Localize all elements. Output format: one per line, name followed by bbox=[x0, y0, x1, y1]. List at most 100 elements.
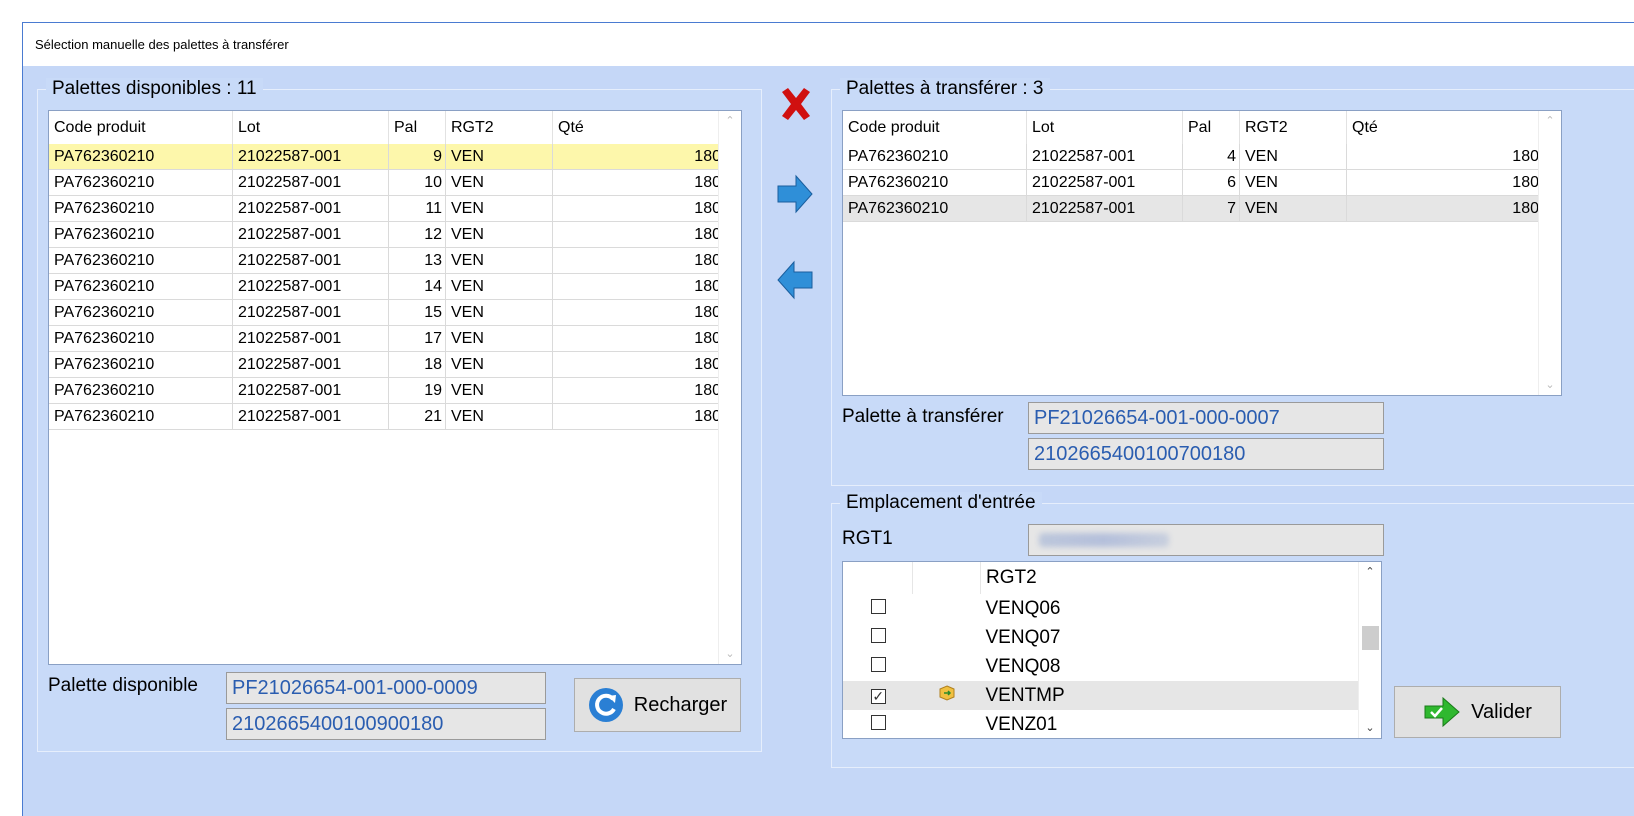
available-grid[interactable]: Code produit Lot Pal RGT2 Qté PA76236021… bbox=[48, 110, 742, 665]
palette-transfer-code-field[interactable]: PF21026654-001-000-0007 bbox=[1028, 402, 1384, 434]
transfer-scrollbar[interactable]: ⌃ ⌄ bbox=[1538, 111, 1561, 395]
table-row[interactable]: PA762360210 21022587-001 15 VEN 180 bbox=[49, 299, 725, 326]
cell-lot: 21022587-001 bbox=[232, 247, 389, 274]
rgt2-list[interactable]: RGT2 VENQ06 VENQ07 VENQ08 ✓ VENTMP VENZ01 ⌃ ⌄ bbox=[842, 561, 1382, 739]
table-row[interactable]: PA762360210 21022587-001 12 VEN 180 bbox=[49, 221, 725, 248]
cell-rgt2: VEN bbox=[445, 377, 553, 404]
cell-rgt2: VEN bbox=[445, 247, 553, 274]
palette-available-barcode-field[interactable]: 2102665400100900180 bbox=[226, 708, 546, 740]
col-qte[interactable]: Qté bbox=[1346, 111, 1543, 144]
list-item[interactable]: VENZ01 bbox=[843, 710, 1362, 738]
table-row[interactable]: PA762360210 21022587-001 18 VEN 180 bbox=[49, 351, 725, 378]
cell-pal: 15 bbox=[388, 299, 446, 326]
table-row[interactable]: PA762360210 21022587-001 17 VEN 180 bbox=[49, 325, 725, 352]
item-checkbox[interactable] bbox=[870, 656, 886, 672]
item-checkbox[interactable] bbox=[870, 627, 886, 643]
col-pal[interactable]: Pal bbox=[388, 111, 446, 144]
validate-button[interactable]: Valider bbox=[1394, 686, 1561, 738]
col-code-produit[interactable]: Code produit bbox=[843, 111, 1027, 144]
cell-lot: 21022587-001 bbox=[1026, 169, 1183, 196]
scroll-down-icon[interactable]: ⌄ bbox=[719, 644, 741, 664]
col-qte[interactable]: Qté bbox=[552, 111, 725, 144]
transfer-grid[interactable]: Code produit Lot Pal RGT2 Qté PA76236021… bbox=[842, 110, 1562, 396]
table-row[interactable]: PA762360210 21022587-001 13 VEN 180 bbox=[49, 247, 725, 274]
scroll-down-icon[interactable]: ⌄ bbox=[1359, 718, 1381, 738]
rgt2-rows: VENQ06 VENQ07 VENQ08 ✓ VENTMP VENZ01 bbox=[843, 594, 1362, 738]
cell-rgt2: VEN bbox=[445, 195, 553, 222]
palette-available-code-field[interactable]: PF21026654-001-000-0009 bbox=[226, 672, 546, 704]
item-checkbox[interactable]: ✓ bbox=[870, 688, 886, 704]
cell-rgt2: VEN bbox=[1239, 195, 1347, 222]
col-rgt2[interactable]: RGT2 bbox=[980, 562, 1362, 594]
cell-code-produit: PA762360210 bbox=[843, 144, 1027, 170]
col-lot[interactable]: Lot bbox=[1026, 111, 1183, 144]
rgt2-scrollbar[interactable]: ⌃ ⌄ bbox=[1358, 562, 1381, 738]
palette-transfer-barcode-field[interactable]: 2102665400100700180 bbox=[1028, 438, 1384, 470]
list-item[interactable]: ✓ VENTMP bbox=[843, 681, 1362, 710]
col-pal[interactable]: Pal bbox=[1182, 111, 1240, 144]
table-row[interactable]: PA762360210 21022587-001 6 VEN 180 bbox=[843, 169, 1543, 196]
reload-button[interactable]: Recharger bbox=[574, 678, 741, 732]
item-checkbox-cell: ✓ bbox=[843, 681, 913, 710]
scroll-up-icon[interactable]: ⌃ bbox=[1359, 562, 1381, 582]
validate-label: Valider bbox=[1471, 700, 1532, 723]
item-rgt2-name: VENZ01 bbox=[985, 713, 1058, 735]
table-row[interactable]: PA762360210 21022587-001 11 VEN 180 bbox=[49, 195, 725, 222]
arrow-right-icon bbox=[777, 174, 813, 214]
rgt1-field[interactable] bbox=[1028, 524, 1384, 556]
table-row[interactable]: PA762360210 21022587-001 19 VEN 180 bbox=[49, 377, 725, 404]
table-row[interactable]: PA762360210 21022587-001 21 VEN 180 bbox=[49, 403, 725, 430]
item-checkbox[interactable] bbox=[870, 714, 886, 730]
scroll-down-icon[interactable]: ⌄ bbox=[1539, 375, 1561, 395]
col-check bbox=[843, 562, 913, 594]
table-row[interactable]: PA762360210 21022587-001 4 VEN 180 bbox=[843, 144, 1543, 170]
cell-rgt2: VEN bbox=[1239, 144, 1347, 170]
cell-qte: 180 bbox=[552, 351, 725, 378]
cell-lot: 21022587-001 bbox=[232, 403, 389, 430]
table-row[interactable]: PA762360210 21022587-001 7 VEN 180 bbox=[843, 195, 1543, 222]
cell-rgt2: VEN bbox=[445, 169, 553, 196]
refresh-icon bbox=[588, 687, 624, 723]
cell-qte: 180 bbox=[552, 247, 725, 274]
cell-lot: 21022587-001 bbox=[232, 144, 389, 170]
move-right-button[interactable] bbox=[776, 174, 814, 219]
col-lot[interactable]: Lot bbox=[232, 111, 389, 144]
cell-rgt2: VEN bbox=[1239, 169, 1347, 196]
scroll-up-icon[interactable]: ⌃ bbox=[719, 111, 741, 131]
col-rgt2[interactable]: RGT2 bbox=[445, 111, 553, 144]
list-item[interactable]: VENQ08 bbox=[843, 652, 1362, 681]
cell-code-produit: PA762360210 bbox=[49, 403, 233, 430]
dialog-client-area: Palettes disponibles : 11 Code produit L… bbox=[23, 66, 1634, 816]
rgt1-redacted-value bbox=[1039, 533, 1169, 547]
remove-all-button[interactable] bbox=[778, 86, 814, 127]
palette-transfer-label: Palette à transférer bbox=[842, 406, 1004, 427]
cell-rgt2: VEN bbox=[445, 273, 553, 300]
col-rgt2[interactable]: RGT2 bbox=[1239, 111, 1347, 144]
list-item[interactable]: VENQ07 bbox=[843, 623, 1362, 652]
item-checkbox[interactable] bbox=[870, 598, 886, 614]
location-title: Emplacement d'entrée bbox=[840, 492, 1042, 514]
cell-lot: 21022587-001 bbox=[232, 221, 389, 248]
table-row[interactable]: PA762360210 21022587-001 10 VEN 180 bbox=[49, 169, 725, 196]
cell-code-produit: PA762360210 bbox=[49, 195, 233, 222]
move-left-button[interactable] bbox=[776, 260, 814, 305]
cell-code-produit: PA762360210 bbox=[49, 273, 233, 300]
cell-code-produit: PA762360210 bbox=[49, 299, 233, 326]
scroll-up-icon[interactable]: ⌃ bbox=[1539, 111, 1561, 131]
cell-qte: 180 bbox=[1346, 144, 1543, 170]
available-panel: Palettes disponibles : 11 Code produit L… bbox=[37, 78, 762, 752]
item-icon-cell bbox=[913, 681, 981, 710]
cell-code-produit: PA762360210 bbox=[843, 195, 1027, 222]
cell-code-produit: PA762360210 bbox=[49, 169, 233, 196]
cell-pal: 4 bbox=[1182, 144, 1240, 170]
box-arrow-icon bbox=[939, 684, 955, 701]
table-row[interactable]: PA762360210 21022587-001 14 VEN 180 bbox=[49, 273, 725, 300]
transfer-header-row: Code produit Lot Pal RGT2 Qté bbox=[843, 111, 1543, 144]
table-row[interactable]: PA762360210 21022587-001 9 VEN 180 bbox=[49, 144, 725, 170]
available-scrollbar[interactable]: ⌃ ⌄ bbox=[718, 111, 741, 664]
cell-lot: 21022587-001 bbox=[232, 195, 389, 222]
cell-qte: 180 bbox=[552, 221, 725, 248]
list-item[interactable]: VENQ06 bbox=[843, 594, 1362, 623]
col-code-produit[interactable]: Code produit bbox=[49, 111, 233, 144]
scroll-thumb[interactable] bbox=[1362, 626, 1379, 650]
